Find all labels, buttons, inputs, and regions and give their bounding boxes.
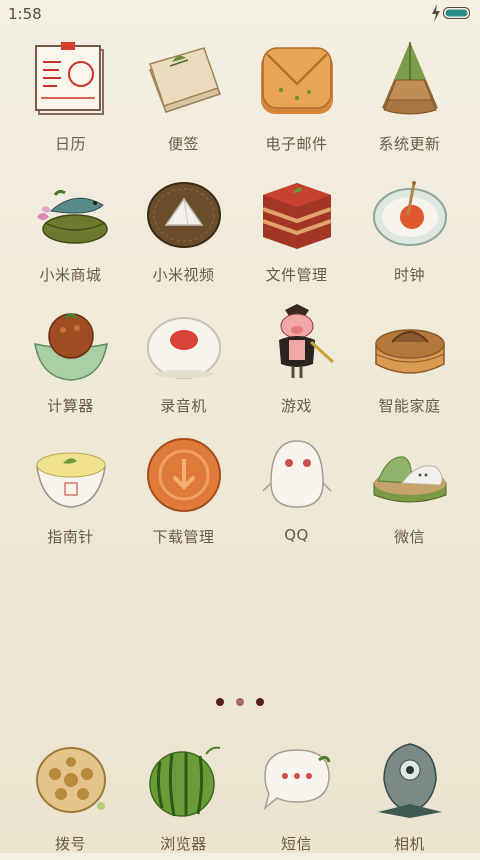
app-label: 智能家庭 (378, 397, 441, 415)
app-qq[interactable]: QQ (240, 433, 353, 553)
meatball-bowl-icon (33, 313, 108, 381)
app-game[interactable]: 游戏 (240, 302, 353, 422)
mooncake-icon (146, 438, 221, 512)
app-file-manager[interactable]: 文件管理 (240, 171, 353, 291)
fish-head-icon (377, 743, 442, 818)
app-label: 时钟 (393, 266, 425, 284)
app-label: 相机 (393, 835, 425, 853)
dock-app-messages[interactable]: 短信 (240, 740, 353, 860)
dock-app-camera[interactable]: 相机 (353, 740, 466, 860)
app-recorder[interactable]: 录音机 (127, 302, 240, 422)
app-label: QQ (284, 526, 309, 544)
page-dot-current[interactable] (236, 698, 244, 706)
status-time: 1:58 (8, 5, 42, 23)
bamboo-shoot-icon (381, 42, 438, 115)
page-dot[interactable] (256, 698, 264, 706)
watermelon-icon (148, 746, 220, 817)
app-label: 便签 (167, 135, 199, 153)
app-label: 下载管理 (152, 528, 215, 546)
app-calculator[interactable]: 计算器 (14, 302, 127, 422)
app-clock[interactable]: 时钟 (353, 171, 466, 291)
egg-custard-bowl-icon (35, 452, 106, 508)
app-label: 系统更新 (378, 135, 441, 153)
app-mi-video[interactable]: 小米视频 (127, 171, 240, 291)
dock-app-phone[interactable]: 拨号 (14, 740, 127, 860)
pork-cube-icon (261, 183, 332, 249)
app-label: 微信 (393, 528, 425, 546)
rice-dumplings-icon (373, 456, 446, 503)
lotus-root-icon (35, 747, 106, 813)
app-label: 电子邮件 (265, 135, 328, 153)
rice-cake-bubble-icon (263, 749, 330, 811)
page-indicator[interactable] (0, 698, 480, 710)
status-bar: 1:58 (0, 0, 480, 28)
app-wechat[interactable]: 微信 (353, 433, 466, 553)
app-email[interactable]: 电子邮件 (240, 40, 353, 160)
page-dot[interactable] (216, 698, 224, 706)
dock-app-browser[interactable]: 浏览器 (127, 740, 240, 860)
app-notes[interactable]: 便签 (127, 40, 240, 160)
app-smart-home[interactable]: 智能家庭 (353, 302, 466, 422)
app-label: 拨号 (54, 835, 86, 853)
steamed-bun-icon (146, 317, 221, 379)
calendar-icon (34, 42, 104, 115)
app-label: 指南针 (47, 528, 94, 546)
app-calendar[interactable]: 日历 (14, 40, 127, 160)
fish-basket-icon (36, 189, 108, 244)
app-downloads[interactable]: 下载管理 (127, 433, 240, 553)
mochi-ghost-icon (261, 440, 332, 508)
zongzi-plate-icon (146, 182, 221, 248)
app-mi-store[interactable]: 小米商城 (14, 171, 127, 291)
app-label: 文件管理 (265, 266, 328, 284)
pigsy-icon (278, 304, 334, 378)
charging-bolt-icon (432, 4, 440, 22)
app-label: 日历 (54, 135, 86, 153)
battery-icon (443, 7, 470, 19)
app-label: 小米视频 (152, 266, 215, 284)
notes-icon (148, 47, 221, 113)
app-label: 小米商城 (39, 266, 102, 284)
app-system-update[interactable]: 系统更新 (353, 40, 466, 160)
app-label: 短信 (280, 835, 312, 853)
bamboo-steamer-icon (374, 329, 445, 374)
egg-clock-icon (372, 181, 447, 246)
dock: 拨号 浏览器 短信 相机 (0, 735, 480, 853)
app-compass[interactable]: 指南针 (14, 433, 127, 553)
app-label: 录音机 (160, 397, 207, 415)
app-label: 计算器 (47, 397, 94, 415)
app-label: 浏览器 (160, 835, 207, 853)
app-label: 游戏 (280, 397, 312, 415)
email-icon (260, 47, 333, 114)
